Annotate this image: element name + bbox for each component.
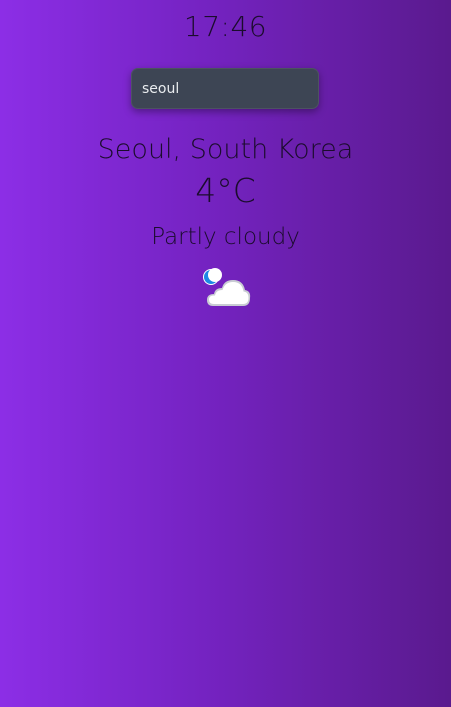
moon-cloud-icon — [199, 266, 253, 312]
search-input[interactable] — [131, 68, 319, 109]
search-container — [131, 68, 319, 109]
weather-condition: Partly cloudy — [151, 224, 300, 250]
weather-app: 17:46 Seoul, South Korea 4°C Partly clou… — [0, 0, 451, 707]
location-name: Seoul, South Korea — [97, 134, 354, 165]
clock-time: 17:46 — [183, 10, 268, 43]
temperature: 4°C — [195, 171, 256, 210]
